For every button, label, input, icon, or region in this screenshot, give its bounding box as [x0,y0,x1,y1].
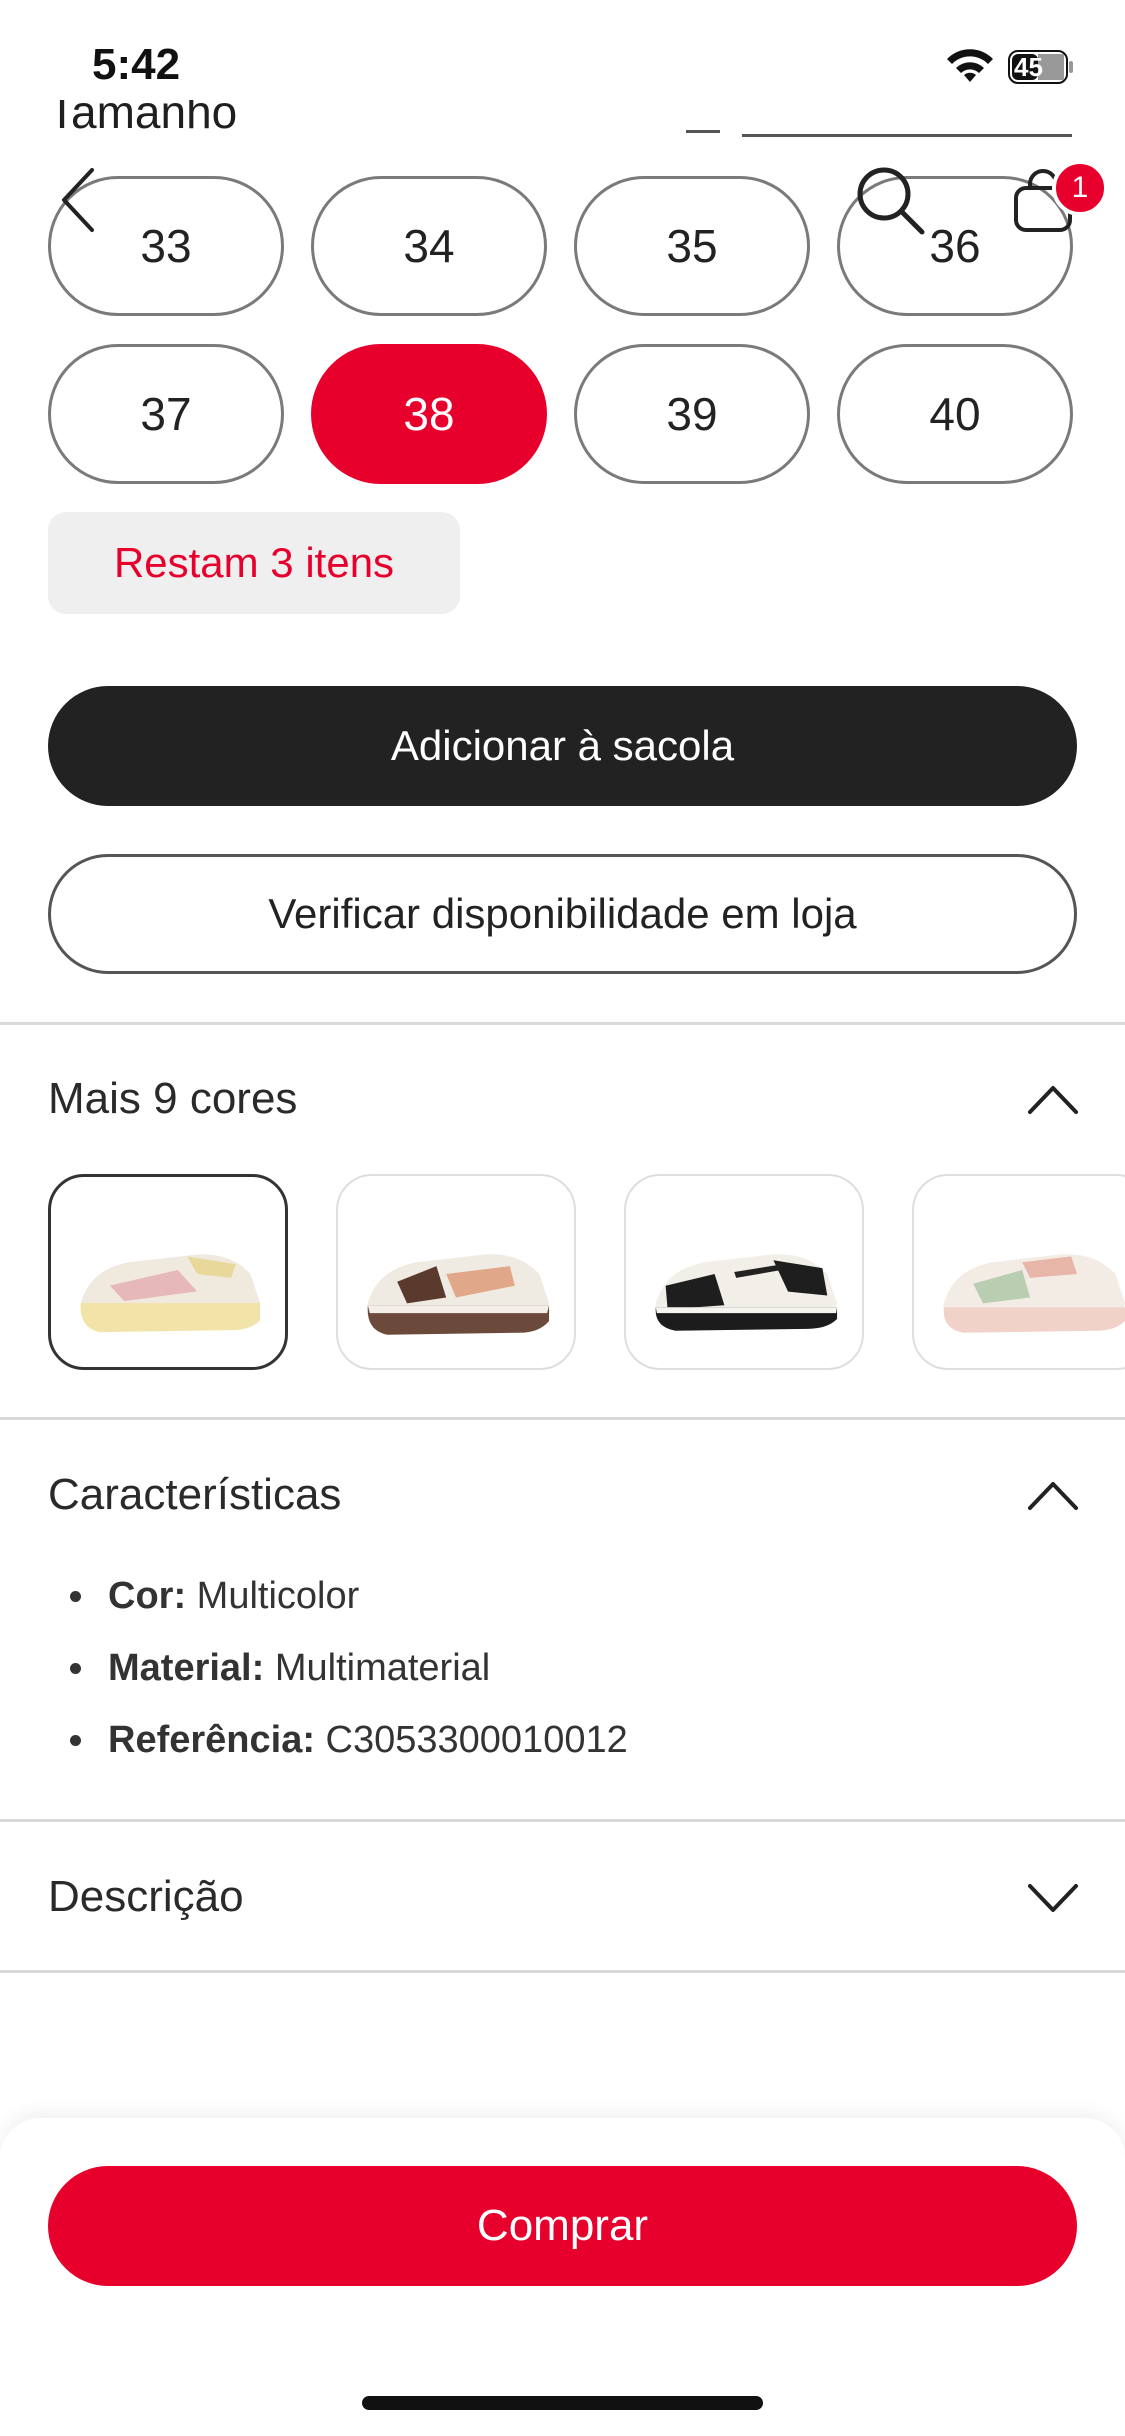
check-store-availability-button[interactable]: Verificar disponibilidade em loja [48,854,1077,974]
add-to-bag-button[interactable]: Adicionar à sacola [48,686,1077,806]
characteristic-label: Referência: [108,1719,315,1761]
chevron-up-icon[interactable] [1026,1082,1080,1116]
color-swatch-brown-beige[interactable] [336,1174,576,1370]
size-option-34[interactable]: 34 [311,176,547,316]
divider [0,1970,1125,1973]
size-option-40[interactable]: 40 [837,344,1073,484]
bag-count-badge: 1 [1052,160,1108,216]
size-option-35[interactable]: 35 [574,176,810,316]
list-item: Material: Multimaterial [48,1632,628,1704]
size-option-37[interactable]: 37 [48,344,284,484]
color-swatch-pink-green[interactable] [912,1174,1125,1370]
size-option-38[interactable]: 38 [311,344,547,484]
color-swatch-black-white[interactable] [624,1174,864,1370]
wifi-icon [947,49,993,82]
characteristic-label: Material: [108,1647,265,1689]
colors-section-title[interactable]: Mais 9 cores [48,1074,297,1124]
characteristic-value: Multimaterial [274,1647,491,1689]
chevron-up-icon[interactable] [1026,1478,1080,1512]
divider [0,1819,1125,1822]
size-heading: Tamanho [48,100,238,138]
description-section-title[interactable]: Descrição [48,1872,244,1922]
buy-button[interactable]: Comprar [48,2166,1077,2286]
battery-level: 45 [1014,52,1043,82]
list-item: Referência: C3053300010012 [48,1704,628,1776]
color-swatch-cream-pink[interactable] [48,1174,288,1370]
characteristic-label: Cor: [108,1575,187,1617]
status-time: 5:42 [92,40,181,89]
home-indicator[interactable] [362,2396,763,2410]
stock-notice: Restam 3 itens [48,512,460,614]
characteristic-value: Multicolor [196,1575,360,1617]
chevron-left-icon[interactable] [50,160,110,240]
chevron-down-icon[interactable] [1026,1880,1080,1914]
battery-icon: 45 [1008,50,1074,84]
size-guide-link-underline [742,134,1072,137]
characteristics-section-title[interactable]: Características [48,1470,341,1520]
size-guide-dash [686,130,720,133]
divider [0,1417,1125,1420]
list-item: Cor: Multicolor [48,1560,628,1632]
search-icon[interactable] [850,160,930,240]
size-option-39[interactable]: 39 [574,344,810,484]
divider [0,1022,1125,1025]
characteristics-list: Cor: Multicolor Material: Multimaterial … [48,1560,628,1776]
characteristic-value: C3053300010012 [325,1719,628,1761]
